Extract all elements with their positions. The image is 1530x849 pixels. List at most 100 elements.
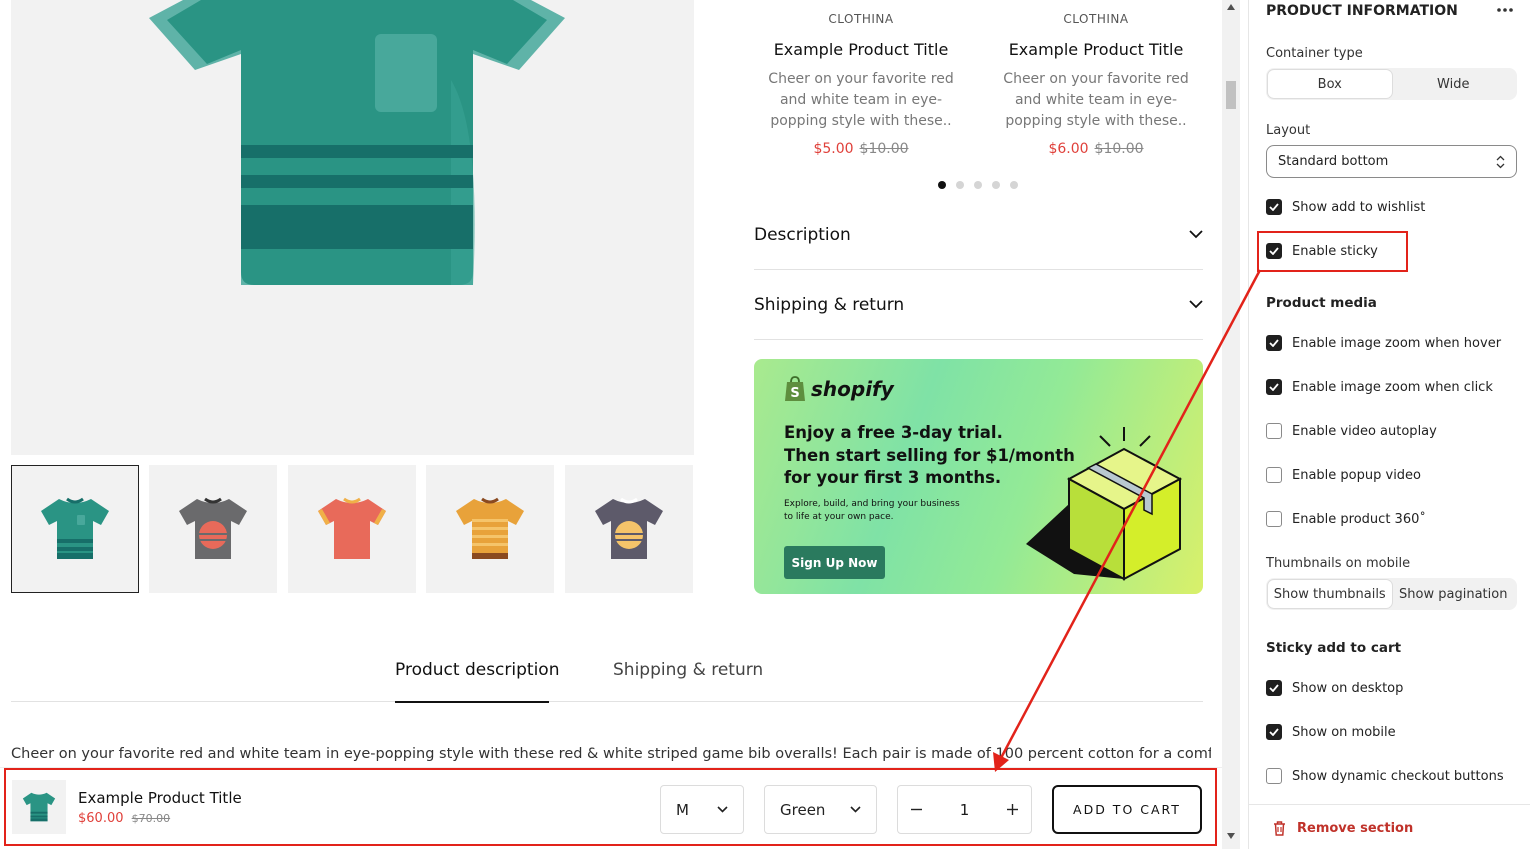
tab-shipping-return[interactable]: Shipping & return [613,660,763,680]
thumbnails-mobile-toggle: Show thumbnails Show pagination [1266,578,1517,610]
more-options-icon[interactable] [1497,8,1513,12]
tab-product-description[interactable]: Product description [395,660,559,680]
tshirt-main-illustration [149,0,565,285]
product-price: $6.00 $10.00 [987,141,1205,157]
checkbox-label: Enable image zoom when hover [1292,335,1502,351]
product-vendor: CLOTHINA [828,12,894,26]
thumbs-option-show-pagination[interactable]: Show pagination [1392,580,1516,608]
shopify-wordmark: shopify [811,377,894,401]
chevron-down-icon [1189,300,1203,309]
select-arrows-icon [1496,155,1505,168]
checkbox-video-autoplay[interactable]: Enable video autoplay [1266,423,1437,439]
excerpt-line: Cheer on your favorite red [1003,71,1189,87]
container-type-label: Container type [1266,46,1363,61]
layout-select[interactable]: Standard bottom [1266,145,1517,178]
svg-text:S: S [790,386,799,401]
checkbox-unchecked[interactable] [1266,467,1282,483]
tshirt-purple-icon [595,497,663,559]
tshirt-green-icon [41,497,109,559]
checkbox-show-desktop[interactable]: Show on desktop [1266,680,1403,696]
sale-price: $5.00 [813,141,854,157]
compare-price: $10.00 [1094,141,1144,157]
excerpt-line: popping style with these.. [1005,113,1187,129]
carousel-dot[interactable] [938,181,946,189]
checkmark-icon [1269,203,1279,211]
product-title[interactable]: Example Product Title [752,40,970,59]
thumbnail-coral[interactable] [288,465,416,593]
excerpt-line: and white team in eye- [1014,92,1178,108]
checkbox-label: Show on desktop [1292,680,1404,696]
tabs-divider [11,701,1203,702]
accordion-title: Shipping & return [754,294,905,315]
preview-scrollbar[interactable] [1222,0,1240,849]
checkbox-label: Enable video autoplay [1292,423,1437,439]
scroll-thumb[interactable] [1226,81,1236,109]
checkmark-icon [1269,383,1279,391]
product-excerpt: Cheer on your favorite red and white tea… [752,69,970,132]
checkbox-unchecked[interactable] [1266,423,1282,439]
shopify-bag-icon: S [785,376,805,401]
checkbox-label: Show add to wishlist [1292,199,1426,215]
sign-up-button[interactable]: Sign Up Now [784,546,885,579]
carousel-pagination [938,181,1018,189]
accordion-description[interactable]: Description [754,200,1203,270]
product-vendor: CLOTHINA [1063,12,1129,26]
product-price: $5.00 $10.00 [752,141,970,157]
subtext-line: Explore, build, and bring your business [784,499,960,509]
banner-subtext: Explore, build, and bring your business … [784,498,960,524]
checkbox-label: Enable image zoom when click [1292,379,1493,395]
carousel-dot[interactable] [956,181,964,189]
checkbox-checked[interactable] [1266,724,1282,740]
layout-value: Standard bottom [1278,154,1389,169]
checkbox-checked[interactable] [1266,199,1282,215]
checkmark-icon [1269,728,1279,736]
checkbox-dynamic-checkout[interactable]: Show dynamic checkout buttons [1266,768,1504,784]
checkbox-popup-video[interactable]: Enable popup video [1266,467,1421,483]
thumbnails-mobile-label: Thumbnails on mobile [1266,556,1411,571]
checkbox-unchecked[interactable] [1266,511,1282,527]
carousel-dot[interactable] [992,181,1000,189]
thumbnail-green[interactable] [11,465,139,593]
thumbs-option-show-thumbnails[interactable]: Show thumbnails [1268,580,1392,608]
shopify-logo: S shopify [784,376,894,402]
product-main-image[interactable] [11,0,694,455]
checkbox-label: Enable product 360˚ [1292,511,1426,527]
tshirt-yellow-icon [456,497,524,559]
thumbnail-gray[interactable] [149,465,277,593]
carousel-dot[interactable] [974,181,982,189]
product-excerpt: Cheer on your favorite red and white tea… [987,69,1205,132]
related-product-card[interactable]: CLOTHINA Example Product Title Cheer on … [752,0,970,157]
remove-section-label: Remove section [1297,821,1414,836]
box-illustration [1026,427,1183,581]
thumbnail-purple[interactable] [565,465,693,593]
carousel-dot[interactable] [1010,181,1018,189]
remove-section-button[interactable]: Remove section [1273,821,1413,836]
product-title[interactable]: Example Product Title [987,40,1205,59]
scroll-up-arrow-icon[interactable] [1227,4,1235,10]
checkbox-zoom-click[interactable]: Enable image zoom when click [1266,379,1493,395]
container-option-box[interactable]: Box [1268,70,1392,98]
accordion-title: Description [754,224,851,245]
checkbox-show-wishlist[interactable]: Show add to wishlist [1266,199,1425,215]
checkbox-checked[interactable] [1266,335,1282,351]
thumbnail-yellow[interactable] [426,465,554,593]
checkbox-label: Show dynamic checkout buttons [1292,768,1504,784]
accordion-shipping[interactable]: Shipping & return [754,270,1203,340]
checkbox-label: Enable popup video [1292,467,1422,483]
checkbox-checked[interactable] [1266,379,1282,395]
checkmark-icon [1269,339,1279,347]
shopify-promo-banner[interactable]: S shopify Enjoy a free 3-day trial. Then… [754,359,1203,594]
checkbox-product-360[interactable]: Enable product 360˚ [1266,511,1426,527]
active-tab-indicator [395,701,549,703]
checkbox-unchecked[interactable] [1266,768,1282,784]
excerpt-line: and white team in eye- [779,92,943,108]
container-option-wide[interactable]: Wide [1392,70,1516,98]
checkbox-checked[interactable] [1266,680,1282,696]
compare-price: $10.00 [859,141,909,157]
product-media-heading: Product media [1266,295,1377,311]
scroll-down-arrow-icon[interactable] [1227,833,1235,839]
checkbox-label: Show on mobile [1292,724,1396,740]
checkbox-show-mobile[interactable]: Show on mobile [1266,724,1396,740]
checkbox-zoom-hover[interactable]: Enable image zoom when hover [1266,335,1501,351]
related-product-card[interactable]: CLOTHINA Example Product Title Cheer on … [987,0,1205,157]
